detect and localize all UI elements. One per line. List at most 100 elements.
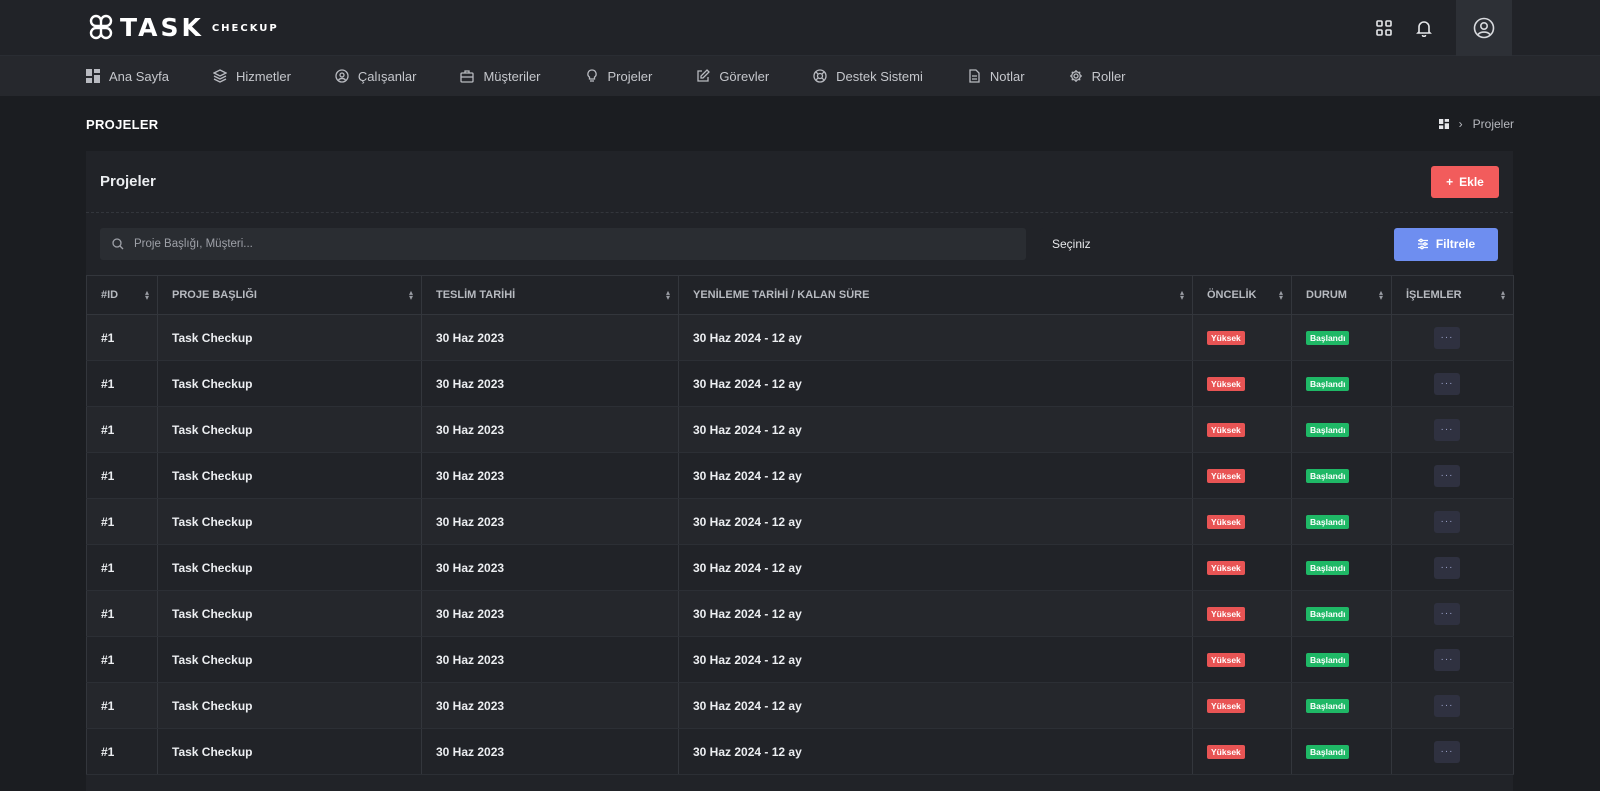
column-header-actions[interactable]: İŞLEMLER ▴ ▾ — [1391, 275, 1514, 315]
table-row[interactable]: #1 Task Checkup 30 Haz 2023 30 Haz 2024 … — [86, 728, 1514, 775]
brand-logo[interactable]: TASK CHECKUP — [86, 12, 279, 42]
row-actions-button[interactable]: ··· — [1434, 464, 1460, 487]
cell-id: #1 — [86, 314, 158, 361]
nav-item-notlar[interactable]: Notlar — [967, 56, 1025, 96]
nav-item-roller[interactable]: Roller — [1069, 56, 1126, 96]
nav-label: Müşteriler — [483, 68, 541, 84]
cell-renew: 30 Haz 2024 - 12 ay — [678, 636, 1193, 683]
sort-icon[interactable]: ▴ ▾ — [1501, 289, 1505, 302]
cell-priority: Yüksek — [1192, 590, 1292, 637]
cell-priority: Yüksek — [1192, 728, 1292, 775]
nav-label: Notlar — [989, 68, 1025, 84]
cell-due: 30 Haz 2023 — [421, 360, 679, 407]
cell-status: Başlandı — [1291, 544, 1392, 591]
chevron-right-icon: › — [1458, 117, 1463, 131]
row-actions-button[interactable]: ··· — [1434, 326, 1460, 349]
table-row[interactable]: #1 Task Checkup 30 Haz 2023 30 Haz 2024 … — [86, 406, 1514, 453]
table-row[interactable]: #1 Task Checkup 30 Haz 2023 30 Haz 2024 … — [86, 498, 1514, 545]
cell-id: #1 — [86, 498, 158, 545]
column-header-title[interactable]: PROJE BAŞLIĞI ▴ ▾ — [157, 275, 422, 315]
row-actions-button[interactable]: ··· — [1434, 648, 1460, 671]
sort-icon[interactable]: ▴ ▾ — [666, 289, 670, 302]
search-input[interactable] — [134, 238, 994, 250]
nav-item-hizmetler[interactable]: Hizmetler — [213, 56, 291, 96]
nav-label: Görevler — [719, 68, 770, 84]
cell-priority: Yüksek — [1192, 498, 1292, 545]
row-actions-button[interactable]: ··· — [1434, 418, 1460, 441]
column-label: İŞLEMLER — [1406, 289, 1462, 301]
priority-badge: Yüksek — [1207, 653, 1245, 667]
cell-actions: ··· — [1391, 682, 1514, 729]
cell-priority: Yüksek — [1192, 314, 1292, 361]
row-actions-button[interactable]: ··· — [1434, 510, 1460, 533]
sort-icon[interactable]: ▴ ▾ — [409, 289, 413, 302]
row-actions-button[interactable]: ··· — [1434, 694, 1460, 717]
cell-title: Task Checkup — [157, 636, 422, 683]
dashboard-icon[interactable] — [1438, 119, 1449, 129]
priority-badge: Yüksek — [1207, 561, 1245, 575]
filter-button[interactable]: Filtrele — [1394, 227, 1498, 261]
cell-status: Başlandı — [1291, 728, 1392, 775]
sort-icon[interactable]: ▴ ▾ — [1279, 289, 1283, 302]
briefcase-icon — [460, 70, 475, 83]
cell-actions: ··· — [1391, 636, 1514, 683]
status-badge: Başlandı — [1306, 653, 1350, 667]
table-row[interactable]: #1 Task Checkup 30 Haz 2023 30 Haz 2024 … — [86, 314, 1514, 361]
table-row[interactable]: #1 Task Checkup 30 Haz 2023 30 Haz 2024 … — [86, 590, 1514, 637]
status-select[interactable]: Seçiniz — [1040, 228, 1380, 260]
priority-badge: Yüksek — [1207, 377, 1245, 391]
add-button-label: Ekle — [1459, 174, 1484, 189]
nav-item-gorevler[interactable]: Görevler — [696, 56, 769, 96]
row-actions-button[interactable]: ··· — [1434, 740, 1460, 763]
column-header-renewal[interactable]: YENİLEME TARİHİ / KALAN SÜRE ▴ ▾ — [678, 275, 1193, 315]
cell-due: 30 Haz 2023 — [421, 682, 679, 729]
table-row[interactable]: #1 Task Checkup 30 Haz 2023 30 Haz 2024 … — [86, 636, 1514, 683]
row-actions-button[interactable]: ··· — [1434, 556, 1460, 579]
cell-priority: Yüksek — [1192, 544, 1292, 591]
apps-icon[interactable] — [1364, 0, 1404, 56]
table-row[interactable]: #1 Task Checkup 30 Haz 2023 30 Haz 2024 … — [86, 682, 1514, 729]
nav-item-musteriler[interactable]: Müşteriler — [460, 56, 541, 96]
card-header: Projeler + Ekle — [86, 151, 1513, 213]
cell-renew: 30 Haz 2024 - 12 ay — [678, 682, 1193, 729]
column-header-id[interactable]: #ID ▴ ▾ — [86, 275, 158, 315]
row-actions-button[interactable]: ··· — [1434, 602, 1460, 625]
sort-icon[interactable]: ▴ ▾ — [1379, 289, 1383, 302]
user-menu-button[interactable] — [1456, 0, 1512, 56]
cell-id: #1 — [86, 728, 158, 775]
cell-id: #1 — [86, 452, 158, 499]
row-actions-button[interactable]: ··· — [1434, 372, 1460, 395]
cell-priority: Yüksek — [1192, 360, 1292, 407]
table-row[interactable]: #1 Task Checkup 30 Haz 2023 30 Haz 2024 … — [86, 452, 1514, 499]
status-badge: Başlandı — [1306, 745, 1350, 759]
bell-icon[interactable] — [1404, 0, 1444, 56]
column-header-priority[interactable]: ÖNCELİK ▴ ▾ — [1192, 275, 1292, 315]
cell-due: 30 Haz 2023 — [421, 406, 679, 453]
cell-status: Başlandı — [1291, 452, 1392, 499]
sort-icon[interactable]: ▴ ▾ — [145, 289, 149, 302]
document-icon — [969, 69, 980, 83]
cell-actions: ··· — [1391, 590, 1514, 637]
nav-label: Ana Sayfa — [109, 68, 169, 84]
column-header-status[interactable]: DURUM ▴ ▾ — [1291, 275, 1392, 315]
column-header-due-date[interactable]: TESLİM TARİHİ ▴ ▾ — [421, 275, 679, 315]
sort-icon[interactable]: ▴ ▾ — [1180, 289, 1184, 302]
nav-item-destek-sistemi[interactable]: Destek Sistemi — [813, 56, 923, 96]
cell-actions: ··· — [1391, 314, 1514, 361]
table-header-row: #ID ▴ ▾ PROJE BAŞLIĞI ▴ ▾ TESLİM TARİHİ ▴ ▾ YE… — [86, 275, 1514, 315]
table-row[interactable]: #1 Task Checkup 30 Haz 2023 30 Haz 2024 … — [86, 544, 1514, 591]
user-circle-icon — [335, 69, 349, 83]
table-row[interactable]: #1 Task Checkup 30 Haz 2023 30 Haz 2024 … — [86, 360, 1514, 407]
cell-priority: Yüksek — [1192, 682, 1292, 729]
cell-title: Task Checkup — [157, 314, 422, 361]
search-box[interactable] — [100, 228, 1026, 260]
user-avatar-icon — [1473, 17, 1495, 39]
nav-item-projeler[interactable]: Projeler — [585, 56, 652, 96]
nav-item-ana-sayfa[interactable]: Ana Sayfa — [86, 56, 169, 96]
add-project-button[interactable]: + Ekle — [1431, 165, 1499, 198]
cell-renew: 30 Haz 2024 - 12 ay — [678, 314, 1193, 361]
column-label: ÖNCELİK — [1207, 289, 1257, 301]
cell-title: Task Checkup — [157, 406, 422, 453]
nav-item-calisanlar[interactable]: Çalışanlar — [335, 56, 416, 96]
cell-title: Task Checkup — [157, 590, 422, 637]
